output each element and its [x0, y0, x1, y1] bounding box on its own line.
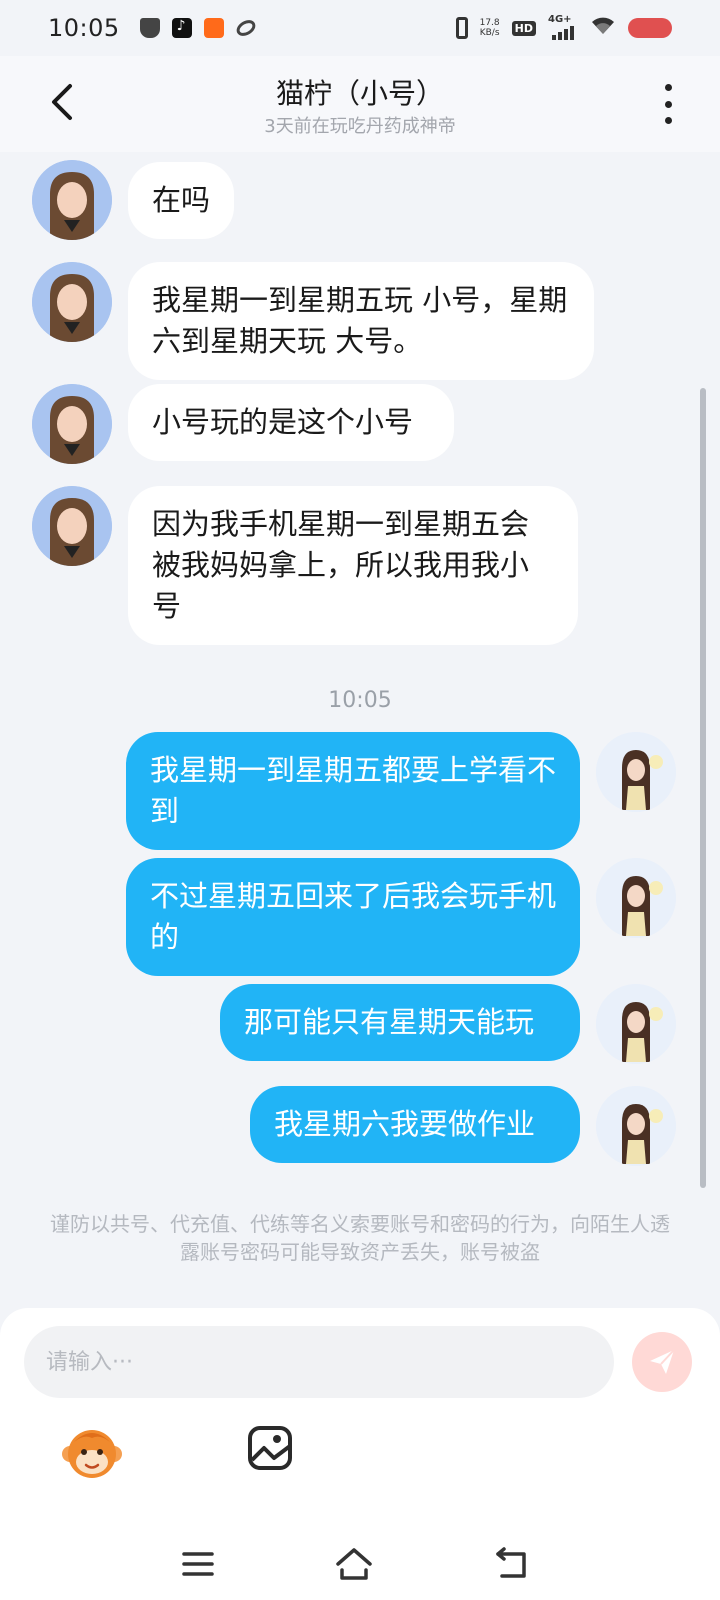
sent-message[interactable]: 不过星期五回来了后我会玩手机的	[126, 858, 580, 976]
my-avatar[interactable]	[596, 732, 676, 812]
message-input[interactable]	[24, 1326, 614, 1398]
received-message[interactable]: 小号玩的是这个小号	[128, 384, 454, 461]
notification-icons	[139, 16, 258, 40]
wifi-icon	[590, 16, 616, 41]
chat-message-list[interactable]: 在吗 我星期一到星期五玩 小号，星期六到星期天玩 大号。 小号玩的是这个小号 因…	[0, 152, 720, 1302]
return-icon	[496, 1547, 526, 1578]
network-speed: 17.8 KB/s	[480, 18, 500, 38]
link-icon	[233, 16, 258, 40]
monkey-emoji-icon	[62, 1430, 122, 1478]
image-button[interactable]	[246, 1424, 294, 1472]
home-nav-button[interactable]	[332, 1546, 376, 1582]
contact-name: 猫柠（小号）	[275, 77, 444, 110]
system-nav-bar	[0, 1520, 720, 1600]
status-right-icons: 17.8 KB/s HD 4G+	[455, 14, 672, 41]
my-avatar[interactable]	[596, 1086, 676, 1166]
received-message[interactable]: 在吗	[128, 162, 234, 239]
safety-warning: 谨防以共号、代充值、代练等名义索要账号和密码的行为，向陌生人透露账号密码可能导致…	[50, 1212, 670, 1264]
chat-header: 猫柠（小号） 3天前在玩吃丹药成神帝	[0, 56, 720, 152]
menu-icon	[182, 1552, 214, 1576]
home-icon	[336, 1548, 372, 1580]
more-dot	[664, 100, 672, 108]
kuaishou-icon	[203, 18, 224, 38]
sent-message[interactable]: 我星期六我要做作业	[250, 1086, 580, 1163]
battery-icon	[628, 18, 672, 38]
contact-avatar[interactable]	[32, 262, 112, 342]
send-button[interactable]	[632, 1332, 692, 1392]
contact-avatar[interactable]	[32, 486, 112, 566]
hd-badge: HD	[511, 20, 536, 36]
contact-avatar[interactable]	[32, 384, 112, 464]
more-options-button[interactable]	[658, 84, 678, 124]
shield-check-icon	[139, 18, 160, 38]
cellular-signal-icon: 4G+	[548, 14, 578, 40]
paper-plane-icon	[650, 1349, 675, 1374]
vibrate-icon	[455, 17, 468, 39]
more-dot	[664, 84, 672, 91]
menu-nav-button[interactable]	[176, 1546, 220, 1582]
my-avatar[interactable]	[596, 984, 676, 1064]
contact-status: 3天前在玩吃丹药成神帝	[264, 116, 456, 137]
image-icon	[248, 1426, 292, 1470]
emoji-button[interactable]	[60, 1420, 124, 1484]
network-speed-value: 17.8	[479, 18, 500, 28]
received-message[interactable]: 因为我手机星期一到星期五会被我妈妈拿上，所以我用我小号	[128, 486, 578, 645]
tiktok-icon	[171, 18, 192, 38]
contact-avatar[interactable]	[32, 160, 112, 240]
timestamp-divider: 10:05	[328, 688, 392, 713]
network-speed-unit: KB/s	[479, 28, 500, 38]
back-nav-button[interactable]	[490, 1546, 534, 1582]
signal-label: 4G+	[548, 14, 572, 25]
status-time: 10:05	[48, 14, 120, 42]
sent-message[interactable]: 我星期一到星期五都要上学看不到	[126, 732, 580, 850]
more-dot	[664, 117, 672, 124]
scrollbar[interactable]	[700, 388, 706, 1188]
my-avatar[interactable]	[596, 858, 676, 938]
status-bar: 10:05 17.8 KB/s HD 4G+	[0, 0, 720, 56]
received-message[interactable]: 我星期一到星期五玩 小号，星期六到星期天玩 大号。	[128, 262, 594, 380]
sent-message[interactable]: 那可能只有星期天能玩	[220, 984, 580, 1061]
